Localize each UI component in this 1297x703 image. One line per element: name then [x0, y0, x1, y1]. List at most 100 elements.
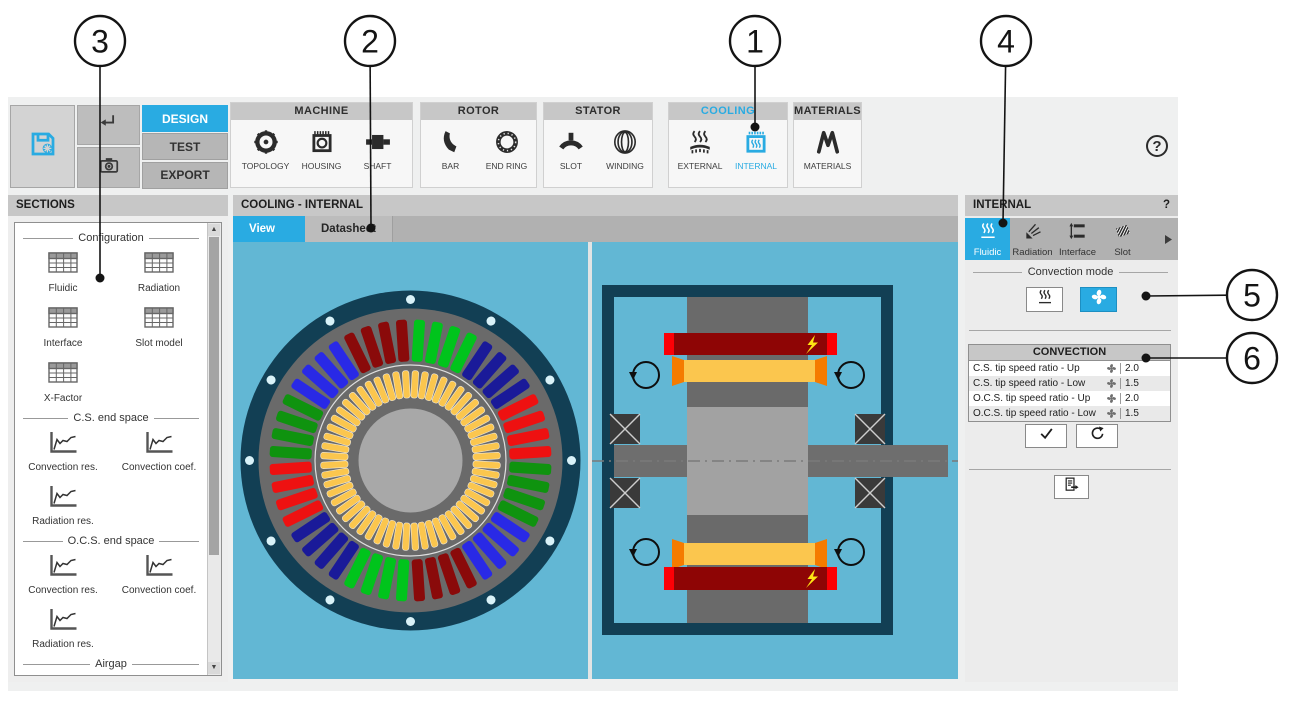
section-item-x-factor[interactable]: X-Factor — [15, 360, 111, 405]
section-item-radiation-res[interactable]: Radiation res. — [15, 484, 111, 528]
panel-tab-slot[interactable]: Slot — [1100, 218, 1145, 260]
scroll-down-arrow[interactable]: ▼ — [208, 662, 220, 674]
panel-tab-label: Interface — [1059, 247, 1096, 258]
forced-convection-button[interactable] — [1080, 287, 1117, 312]
export-button[interactable] — [1054, 475, 1089, 499]
section-item-radiation[interactable]: Radiation — [111, 250, 207, 295]
reset-button[interactable] — [1076, 424, 1118, 448]
fan-icon — [1106, 378, 1120, 389]
ribbon-item-bar[interactable]: BAR — [423, 127, 479, 171]
parameter-value-input[interactable]: 1.5 — [1120, 378, 1170, 389]
more-tabs-arrow-icon[interactable] — [1165, 235, 1172, 244]
section-item-slot-model[interactable]: Slot model — [111, 305, 207, 350]
section-item-fluidic[interactable]: Fluidic — [15, 250, 111, 295]
panel-help-icon[interactable]: ? — [1163, 195, 1170, 216]
ribbon-item-internal[interactable]: INTERNAL — [728, 127, 784, 171]
chart-icon — [48, 607, 78, 636]
winding-icon — [612, 127, 638, 157]
convection-mode-buttons — [965, 287, 1178, 312]
panel-tab-label: Radiation — [1012, 247, 1052, 258]
parameter-value-input[interactable]: 1.5 — [1120, 408, 1170, 419]
section-item-label: Interface — [44, 338, 83, 350]
section-group-items: Convection res. Convection coef. Radiation… — [15, 430, 207, 528]
section-group-header-airgap: Airgap — [23, 657, 199, 671]
section-item-convection-coef[interactable]: Convection coef. — [111, 430, 207, 474]
chart-icon — [48, 484, 78, 513]
stator-end-winding-top — [664, 333, 837, 355]
ribbon-group-materials: MATERIALSMATERIALS — [793, 102, 862, 188]
ribbon-item-label: SHAFT — [364, 161, 392, 171]
mode-tab-test[interactable]: TEST — [142, 133, 228, 160]
parameter-value-input[interactable]: 2.0 — [1120, 393, 1170, 404]
scroll-up-arrow[interactable]: ▲ — [208, 224, 220, 236]
help-icon[interactable]: ? — [1146, 135, 1168, 157]
scroll-thumb[interactable] — [209, 237, 219, 555]
view-tab-datasheet[interactable]: Datasheet — [305, 216, 393, 242]
view-tab-view[interactable]: View — [233, 216, 305, 242]
panel-tab-interface[interactable]: Interface — [1055, 218, 1100, 260]
mode-tab-design[interactable]: DESIGN — [142, 105, 228, 132]
sections-scrollbar[interactable]: ▲ ▼ — [207, 223, 221, 675]
undo-button[interactable] — [77, 105, 140, 145]
ribbon-item-shaft[interactable]: SHAFT — [350, 127, 406, 171]
section-item-label: Convection coef. — [122, 462, 197, 474]
mode-tab-export[interactable]: EXPORT — [142, 162, 228, 189]
parameter-label: C.S. tip speed ratio - Low — [969, 378, 1106, 389]
save-button[interactable] — [10, 105, 75, 188]
apply-button[interactable] — [1025, 424, 1067, 448]
table-icon — [48, 360, 78, 390]
axial-drawing — [592, 242, 958, 679]
section-group-items: Fluidic Radiation Interface Slot model X-Fac… — [15, 250, 207, 405]
ribbon-item-housing[interactable]: HOUSING — [294, 127, 350, 171]
snapshot-button[interactable] — [77, 147, 140, 188]
housing-icon — [309, 127, 335, 157]
ribbon-item-end-ring[interactable]: END RING — [479, 127, 535, 171]
fan-icon — [1106, 393, 1120, 404]
section-item-convection-res[interactable]: Convection res. — [15, 553, 111, 597]
svg-text:2: 2 — [361, 24, 379, 60]
section-item-label: Radiation res. — [32, 639, 94, 651]
section-item-convection-res[interactable]: Convection res. — [15, 430, 111, 474]
ribbon-item-slot[interactable]: SLOT — [544, 127, 598, 171]
ribbon-item-materials[interactable]: MATERIALS — [800, 127, 856, 171]
fan-icon — [1106, 363, 1120, 374]
section-item-convection-coef[interactable]: Convection coef. — [111, 553, 207, 597]
panel-tab-label: Fluidic — [974, 247, 1001, 258]
interface-icon — [1068, 221, 1088, 246]
parameter-label: C.S. tip speed ratio - Up — [969, 363, 1106, 374]
panel-tab-radiation[interactable]: Radiation — [1010, 218, 1055, 260]
rotor-end-ring-top — [672, 356, 827, 386]
parameter-label: O.C.S. tip speed ratio - Low — [969, 408, 1106, 419]
internal-icon — [743, 127, 769, 157]
panel-tab-fluidic[interactable]: Fluidic — [965, 218, 1010, 260]
convection-table-row: C.S. tip speed ratio - Up 2.0 — [969, 361, 1170, 376]
ribbon-item-winding[interactable]: WINDING — [598, 127, 652, 171]
section-item-interface[interactable]: Interface — [15, 305, 111, 350]
section-item-label: X-Factor — [44, 393, 82, 405]
shaft-right — [808, 445, 948, 477]
section-item-radiation-res[interactable]: Radiation res. — [15, 607, 111, 651]
sections-list: ConfigurationFluidicRadiationInterfaceSl… — [14, 222, 222, 676]
ribbon-item-label: WINDING — [606, 161, 644, 171]
fan-icon — [1090, 288, 1108, 311]
section-item-label: Radiation — [138, 283, 180, 295]
parameter-value-input[interactable]: 2.0 — [1120, 363, 1170, 374]
radial-drawing — [233, 242, 588, 679]
ribbon-group-title: STATOR — [544, 103, 652, 120]
slothatch-icon — [1113, 221, 1133, 246]
natural-convection-button[interactable] — [1026, 287, 1063, 312]
divider — [969, 330, 1171, 331]
sections-panel: ConfigurationFluidicRadiationInterfaceSl… — [8, 216, 228, 682]
convection-mode-group-label: Convection mode — [973, 266, 1168, 278]
ribbon-item-label: MATERIALS — [804, 161, 852, 171]
section-item-label: Convection res. — [28, 462, 97, 474]
ribbon-item-label: INTERNAL — [735, 161, 777, 171]
svg-text:6: 6 — [1243, 341, 1261, 377]
ribbon-group-stator: STATOR SLOT WINDING — [543, 102, 653, 188]
ribbon-item-topology[interactable]: TOPOLOGY — [238, 127, 294, 171]
check-icon — [1038, 425, 1055, 447]
table-icon — [48, 250, 78, 280]
section-item-label: Convection res. — [28, 585, 97, 597]
ribbon-item-external[interactable]: EXTERNAL — [672, 127, 728, 171]
main-panel-title: COOLING - INTERNAL — [233, 195, 958, 216]
